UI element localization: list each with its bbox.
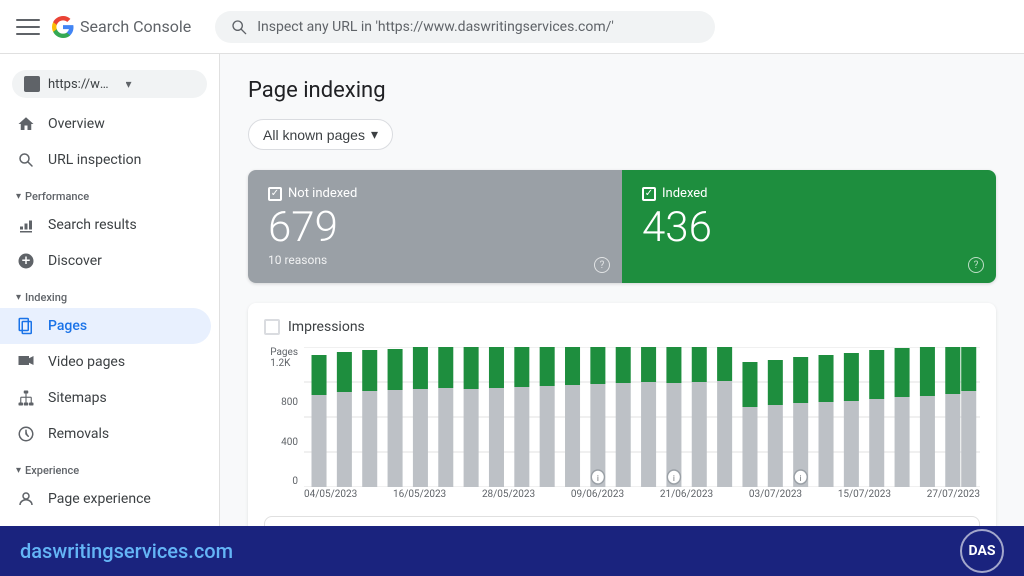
x-label-6: 03/07/2023 — [749, 489, 802, 500]
experience-icon — [16, 489, 36, 509]
bar-chart: i i — [304, 347, 980, 487]
x-label-7: 15/07/2023 — [838, 489, 891, 500]
not-indexed-label: ✓ Not indexed — [268, 186, 602, 201]
indexed-label: ✓ Indexed — [642, 186, 976, 201]
impressions-label: Impressions — [288, 319, 365, 335]
sidebar-item-page-experience[interactable]: Page experience — [0, 481, 211, 517]
header: Search Console Inspect any URL in 'https… — [0, 0, 1024, 54]
remove-icon — [16, 424, 36, 444]
footer: daswritingservices.com DAS — [0, 526, 1024, 576]
logo-text: Search Console — [80, 17, 191, 36]
sidebar-item-sitemaps[interactable]: Sitemaps — [0, 380, 211, 416]
section-performance-label: Performance — [25, 190, 89, 203]
url-search-bar[interactable]: Inspect any URL in 'https://www.daswriti… — [215, 11, 715, 43]
sidebar-label-video-pages: Video pages — [48, 354, 125, 370]
sidebar-label-overview: Overview — [48, 116, 105, 132]
sidebar-label-page-experience: Page experience — [48, 491, 151, 507]
sitemap-icon — [16, 388, 36, 408]
sidebar-label-discover: Discover — [48, 253, 102, 269]
sidebar-label-url-inspection: URL inspection — [48, 152, 141, 168]
chevron-down-icon: ▾ — [16, 191, 21, 202]
svg-text:i: i — [800, 474, 802, 483]
sidebar-label-removals: Removals — [48, 426, 109, 442]
home-icon — [16, 114, 36, 134]
sidebar-label-sitemaps: Sitemaps — [48, 390, 107, 406]
sidebar-label-pages: Pages — [48, 318, 87, 334]
x-label-8: 27/07/2023 — [927, 489, 980, 500]
video-icon — [16, 352, 36, 372]
footer-logo: DAS — [960, 529, 1004, 573]
search-icon — [231, 19, 247, 35]
sidebar: https://www.daswrit... ▾ Overview URL in… — [0, 54, 220, 526]
impressions-toggle[interactable]: Impressions — [264, 319, 980, 335]
chart-wrap: Pages1.2K 800 400 0 — [264, 347, 980, 500]
svg-text:i: i — [597, 474, 599, 483]
main-content: Page indexing All known pages ▾ ✓ Not in… — [220, 54, 1024, 526]
section-indexing-label: Indexing — [25, 291, 67, 304]
x-label-2: 16/05/2023 — [393, 489, 446, 500]
not-indexed-count: 679 — [268, 207, 602, 249]
footer-domain: daswritingservices.com — [20, 539, 233, 563]
site-selector[interactable]: https://www.daswrit... ▾ — [12, 70, 207, 98]
x-label-4: 09/06/2023 — [571, 489, 624, 500]
google-g-icon — [52, 16, 74, 38]
sidebar-item-removals[interactable]: Removals — [0, 416, 211, 452]
stat-indexed: ✓ Indexed 436 ? — [622, 170, 996, 283]
x-label-3: 28/05/2023 — [482, 489, 535, 500]
app-logo: Search Console — [52, 16, 191, 38]
site-favicon — [24, 76, 40, 92]
indexed-checkbox: ✓ — [642, 187, 656, 201]
stats-row: ✓ Not indexed 679 10 reasons ? ✓ Indexed… — [248, 170, 996, 283]
y-label-400: 400 — [281, 437, 298, 448]
search-placeholder: Inspect any URL in 'https://www.daswriti… — [257, 19, 614, 35]
sidebar-item-url-inspection[interactable]: URL inspection — [0, 142, 211, 178]
sidebar-label-search-results: Search results — [48, 217, 137, 233]
section-experience-label: Experience — [25, 464, 79, 477]
sidebar-item-search-results[interactable]: Search results — [0, 207, 211, 243]
section-experience: ▾ Experience — [0, 452, 219, 481]
sidebar-item-video-pages[interactable]: Video pages — [0, 344, 211, 380]
stat-not-indexed: ✓ Not indexed 679 10 reasons ? — [248, 170, 622, 283]
indexed-count: 436 — [642, 207, 976, 249]
not-indexed-help-icon[interactable]: ? — [594, 257, 610, 273]
sidebar-item-pages[interactable]: Pages — [0, 308, 211, 344]
chart-bar-icon — [16, 215, 36, 235]
pages-icon — [16, 316, 36, 336]
asterisk-icon — [16, 251, 36, 271]
section-performance: ▾ Performance — [0, 178, 219, 207]
chevron-down-icon: ▾ — [16, 292, 21, 303]
not-indexed-sub: 10 reasons — [268, 253, 602, 267]
impressions-checkbox[interactable] — [264, 319, 280, 335]
not-indexed-checkbox: ✓ — [268, 187, 282, 201]
filter-button[interactable]: All known pages ▾ — [248, 119, 393, 150]
x-label-1: 04/05/2023 — [304, 489, 357, 500]
sidebar-item-core-web-vitals[interactable]: Core web vitals — [0, 517, 211, 526]
indexed-help-icon[interactable]: ? — [968, 257, 984, 273]
filter-bar: All known pages ▾ — [248, 119, 996, 150]
footer-logo-text: DAS — [969, 543, 996, 559]
hamburger-icon[interactable] — [16, 15, 40, 39]
y-label-pages: Pages1.2K — [270, 347, 298, 369]
chart-container: Impressions Pages1.2K 800 400 0 — [248, 303, 996, 526]
sidebar-item-overview[interactable]: Overview — [0, 106, 211, 142]
filter-label: All known pages — [263, 127, 365, 143]
page-title: Page indexing — [248, 78, 996, 103]
sidebar-item-discover[interactable]: Discover — [0, 243, 211, 279]
x-label-5: 21/06/2023 — [660, 489, 713, 500]
section-indexing: ▾ Indexing — [0, 279, 219, 308]
chevron-down-icon: ▾ — [126, 77, 196, 91]
filter-chevron-icon: ▾ — [371, 126, 378, 143]
site-url: https://www.daswrit... — [48, 77, 118, 92]
search-small-icon — [16, 150, 36, 170]
svg-text:i: i — [673, 474, 675, 483]
y-label-800: 800 — [281, 397, 298, 408]
view-data-row[interactable]: ✓ View data about indexed pages › — [264, 516, 980, 526]
main-layout: https://www.daswrit... ▾ Overview URL in… — [0, 54, 1024, 526]
y-label-0: 0 — [292, 476, 298, 487]
chevron-down-icon: ▾ — [16, 465, 21, 476]
